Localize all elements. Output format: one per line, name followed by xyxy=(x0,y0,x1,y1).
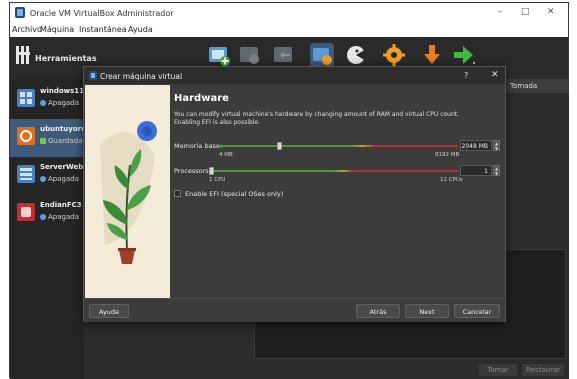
vm-state: Guardada xyxy=(40,137,82,145)
vm-name: ServerWeb xyxy=(40,163,84,171)
help-glyph-button[interactable]: ? xyxy=(464,71,468,80)
vm-state: Apagada xyxy=(40,99,79,107)
memory-max-label: 8192 MB xyxy=(435,152,460,158)
vm-state: Apagada xyxy=(40,213,79,221)
snapshot-column-header[interactable]: Tomada xyxy=(504,79,569,93)
processors-max-label: 12 CPUs xyxy=(440,177,463,183)
show-icon[interactable] xyxy=(310,43,334,67)
memory-label: Memoria base: xyxy=(174,142,223,150)
processors-slider-handle[interactable] xyxy=(209,167,214,175)
minimize-button[interactable]: – xyxy=(498,7,503,17)
menu-ayuda[interactable]: Ayuda xyxy=(128,25,153,34)
efi-checkbox[interactable] xyxy=(174,190,181,197)
vm-name: ubuntuyoru xyxy=(40,125,87,133)
vm-state: Apagada xyxy=(40,175,79,183)
tools-icon[interactable] xyxy=(16,46,30,64)
back-button[interactable]: Atrás xyxy=(356,304,400,318)
dialog-close-button[interactable]: ✕ xyxy=(491,70,499,80)
discard-icon[interactable] xyxy=(272,43,296,67)
virtualbox-dialog-icon xyxy=(89,71,97,80)
powered-off-icon xyxy=(40,100,46,106)
import-icon[interactable] xyxy=(344,43,368,67)
processors-slider-track xyxy=(209,170,458,172)
processors-spinbox[interactable]: 1 xyxy=(460,165,492,176)
windows-server-os-icon xyxy=(17,165,35,183)
vm-state-label: Apagada xyxy=(48,213,79,221)
vm-list: windows11 Apagada ubuntuyoru Guardada Se… xyxy=(10,79,87,379)
take-snapshot-button[interactable]: Tomar xyxy=(479,364,517,376)
powered-off-icon xyxy=(40,214,46,220)
menu-archivo[interactable]: Archivo xyxy=(12,25,42,34)
dialog-footer: Ayuda Atrás Next Cancelar xyxy=(84,298,505,322)
processors-label: Processors: xyxy=(174,167,211,175)
preferences-icon[interactable] xyxy=(382,43,406,67)
linux-os-icon xyxy=(17,203,35,221)
vm-item-ubuntuyoru[interactable]: ubuntuyoru Guardada xyxy=(10,119,87,157)
vm-state-label: Guardada xyxy=(48,137,83,145)
vm-state-label: Apagada xyxy=(48,99,79,107)
help-button[interactable]: Ayuda xyxy=(89,304,129,318)
saved-state-icon xyxy=(40,138,46,144)
vm-name: EndianFC3 xyxy=(40,201,82,209)
memory-slider[interactable] xyxy=(219,142,458,150)
dialog-title-bar: Crear máquina virtual ? ✕ xyxy=(84,67,505,84)
cancel-button[interactable]: Cancelar xyxy=(454,304,500,318)
download-icon[interactable] xyxy=(420,43,444,67)
powered-off-icon xyxy=(40,176,46,182)
settings-icon[interactable] xyxy=(238,43,262,67)
dialog-title: Crear máquina virtual xyxy=(100,72,183,81)
vm-item-serverweb[interactable]: ServerWeb Apagada xyxy=(10,157,84,195)
vm-name: windows11 xyxy=(40,87,85,95)
processors-slider[interactable] xyxy=(209,167,458,175)
menu-bar: Archivo Máquina Instantánea Ayuda xyxy=(10,23,568,37)
memory-slider-track xyxy=(219,145,458,147)
wizard-illustration xyxy=(85,85,170,298)
start-arrow-icon[interactable] xyxy=(452,43,476,67)
tools-label[interactable]: Herramientas xyxy=(35,54,97,63)
menu-maquina[interactable]: Máquina xyxy=(40,25,74,34)
memory-slider-handle[interactable] xyxy=(277,142,282,150)
vm-item-windows11[interactable]: windows11 Apagada xyxy=(10,81,84,119)
windows-os-icon xyxy=(17,89,35,107)
plant-illustration xyxy=(85,85,170,298)
window-title: Oracle VM VirtualBox Administrador xyxy=(30,9,174,18)
next-button[interactable]: Next xyxy=(405,304,449,318)
processors-spin-arrows-icon[interactable]: ▲ ▼ xyxy=(493,165,500,176)
efi-label[interactable]: Enable EFI (special OSes only) xyxy=(185,190,283,198)
new-icon[interactable] xyxy=(207,43,231,67)
create-vm-dialog: Crear máquina virtual ? ✕ Hardware You c… xyxy=(83,66,506,322)
maximize-button[interactable]: □ xyxy=(521,7,530,17)
virtualbox-app-icon xyxy=(15,7,25,18)
restore-snapshot-button[interactable]: Restaurar xyxy=(522,364,564,376)
dialog-content: Hardware You can modify virtual machine'… xyxy=(172,85,506,298)
ubuntu-os-icon xyxy=(17,127,35,145)
processors-min-label: 1 CPU xyxy=(209,177,226,183)
title-bar: Oracle VM VirtualBox Administrador – □ ✕ xyxy=(10,3,568,23)
hardware-description: You can modify virtual machine's hardwar… xyxy=(174,111,460,126)
memory-spinbox[interactable]: 2048 MB xyxy=(460,140,492,151)
vm-state-label: Apagada xyxy=(48,175,79,183)
memory-spin-arrows-icon[interactable]: ▲ ▼ xyxy=(493,140,500,151)
memory-min-label: 4 MB xyxy=(219,152,233,158)
menu-instantanea[interactable]: Instantánea xyxy=(79,25,127,34)
vm-item-endianfc3[interactable]: EndianFC3 Apagada xyxy=(10,195,84,233)
close-button[interactable]: ✕ xyxy=(547,7,555,17)
hardware-heading: Hardware xyxy=(174,93,229,104)
